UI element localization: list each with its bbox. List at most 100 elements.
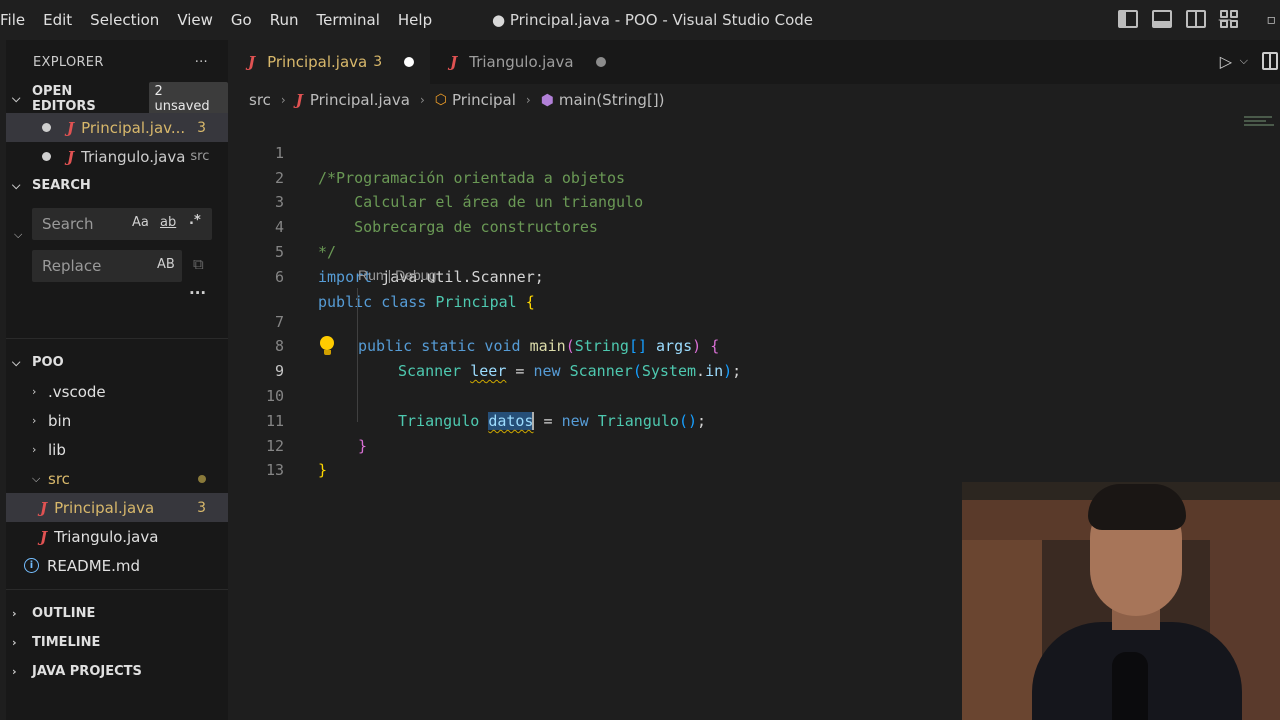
tree-file-principal[interactable]: J Principal.java 3 [6,493,228,522]
chevron-down-icon[interactable]: ⌵ [1240,54,1248,68]
unsaved-dot-icon[interactable] [42,123,51,132]
menu-bar: File Edit Selection View Go Run Terminal… [0,0,441,40]
java-projects-title: JAVA PROJECTS [32,664,142,679]
tree-item-label: Triangulo.java [54,527,159,546]
menu-go[interactable]: Go [222,0,261,40]
project-section[interactable]: ⌵ POO [6,348,228,377]
info-icon: i [24,558,39,573]
minimize-icon[interactable]: — [1218,12,1232,28]
restore-icon[interactable]: ▫ [1267,12,1277,28]
split-editor-icon[interactable] [1262,52,1278,70]
tree-file-triangulo[interactable]: J Triangulo.java [6,522,228,551]
section-divider [6,338,228,339]
explorer-sidebar: EXPLORER ··· ⌵ OPEN EDITORS 2 unsaved J … [6,40,228,720]
timeline-section[interactable]: › TIMELINE [6,628,228,657]
tree-item-label: bin [48,411,72,430]
breadcrumb-method[interactable]: main(String[]) [559,91,665,109]
breadcrumb-class[interactable]: Principal [452,91,516,109]
search-placeholder: Search [42,215,94,233]
code-line: 11 } [228,384,1280,455]
code-line: 5 import java.util.Scanner; [228,215,1280,286]
preserve-case-icon[interactable]: AB [157,257,175,272]
codelens[interactable]: Run | Debug [228,265,1280,285]
explorer-more-icon[interactable]: ··· [195,55,208,70]
search-section[interactable]: ⌵ SEARCH [6,171,228,200]
chevron-down-icon: ⌵ [12,178,21,192]
match-case-icon[interactable]: Aa [132,215,149,230]
code-text: } [318,461,328,480]
chevron-down-icon: ⌵ [32,471,41,485]
replace-all-icon[interactable]: ⧉ [193,255,204,273]
open-editor-folder-hint: src [190,149,210,164]
java-file-icon: J [40,527,48,546]
menu-terminal[interactable]: Terminal [308,0,389,40]
menu-view[interactable]: View [168,0,222,40]
code-line: 1 /*Programación orientada a objetos [228,116,1280,187]
outline-section[interactable]: › OUTLINE [6,599,228,628]
outline-title: OUTLINE [32,606,96,621]
unsaved-dot-icon[interactable] [404,57,415,67]
tree-item-label: lib [48,440,66,459]
menu-run[interactable]: Run [261,0,308,40]
chevron-right-icon: › [32,385,37,398]
toggle-primary-sidebar-icon[interactable] [1118,10,1138,28]
code-line: 7 public static void main(String[] args)… [228,285,1280,356]
chevron-right-icon: › [32,443,37,456]
breadcrumb-folder[interactable]: src [249,91,271,109]
unsaved-dot-icon[interactable] [595,57,606,67]
tree-folder-src[interactable]: ⌵ src [6,464,228,493]
java-file-icon: J [67,147,75,166]
code-line: 2 Calcular el área de un triangulo [228,141,1280,212]
search-input[interactable]: Search [32,208,212,240]
unsaved-dot-icon[interactable] [42,152,51,161]
menu-selection[interactable]: Selection [81,0,168,40]
method-symbol-icon: ⬢ [540,91,554,109]
code-editor[interactable]: 1 /*Programación orientada a objetos 2 C… [228,116,1280,480]
java-file-icon: J [248,53,256,71]
toggle-secondary-sidebar-icon[interactable] [1186,10,1206,28]
tree-item-label: src [48,469,70,488]
problems-dot-icon [198,474,206,483]
cabinet [962,540,1042,720]
open-editor-name: Triangulo.java [81,147,186,166]
tree-item-label: .vscode [48,382,106,401]
menu-edit[interactable]: Edit [34,0,81,40]
open-editor-triangulo[interactable]: J Triangulo.java src [6,142,228,171]
search-more-icon[interactable]: ··· [189,284,206,302]
problem-count: 3 [197,499,206,516]
menu-file[interactable]: File [0,0,34,40]
project-title: POO [32,355,64,370]
toggle-panel-icon[interactable] [1152,10,1172,28]
tree-folder-lib[interactable]: › lib [6,435,228,464]
code-line: 8 Scanner leer = new Scanner(System.in); [228,310,1280,380]
run-debug-codelens[interactable]: Run | Debug [358,265,436,285]
tree-folder-bin[interactable]: › bin [6,406,228,435]
tab-triangulo[interactable]: J Triangulo.java [430,40,621,84]
chevron-down-icon: ⌵ [12,355,21,369]
chevron-down-icon: ⌵ [12,91,21,105]
lightbulb-icon[interactable] [320,336,334,356]
open-editors-section[interactable]: ⌵ OPEN EDITORS 2 unsaved [6,81,228,116]
person-hair [1088,484,1186,530]
menu-help[interactable]: Help [389,0,441,40]
search-panel: ⌵ Search Aa ab .* Replace AB ⧉ ··· [6,200,228,320]
regex-icon[interactable]: .* [189,213,201,228]
java-file-icon: J [295,91,303,109]
line-number: 13 [265,461,284,480]
tab-principal[interactable]: J Principal.java 3 [228,40,431,84]
java-projects-section[interactable]: › JAVA PROJECTS [6,657,228,686]
explorer-title: EXPLORER [33,54,104,70]
breadcrumb-file[interactable]: Principal.java [310,91,410,109]
run-icon[interactable]: ▷ [1220,52,1232,71]
match-whole-word-icon[interactable]: ab [160,215,176,230]
tree-folder-vscode[interactable]: › .vscode [6,377,228,406]
tree-file-readme[interactable]: i README.md [6,551,228,580]
open-editor-principal[interactable]: J Principal.jav... 3 [6,113,228,142]
breadcrumb: src › J Principal.java › ⬡ Principal › ⬢… [228,84,1280,116]
indent-guide [357,288,358,422]
timeline-title: TIMELINE [32,635,101,650]
toggle-replace-icon[interactable]: ⌵ [14,228,22,242]
microphone [1112,652,1148,720]
chevron-right-icon: › [525,93,531,107]
code-line-current: 9 Triangulo datos = new Triangulo(); [228,334,1280,431]
